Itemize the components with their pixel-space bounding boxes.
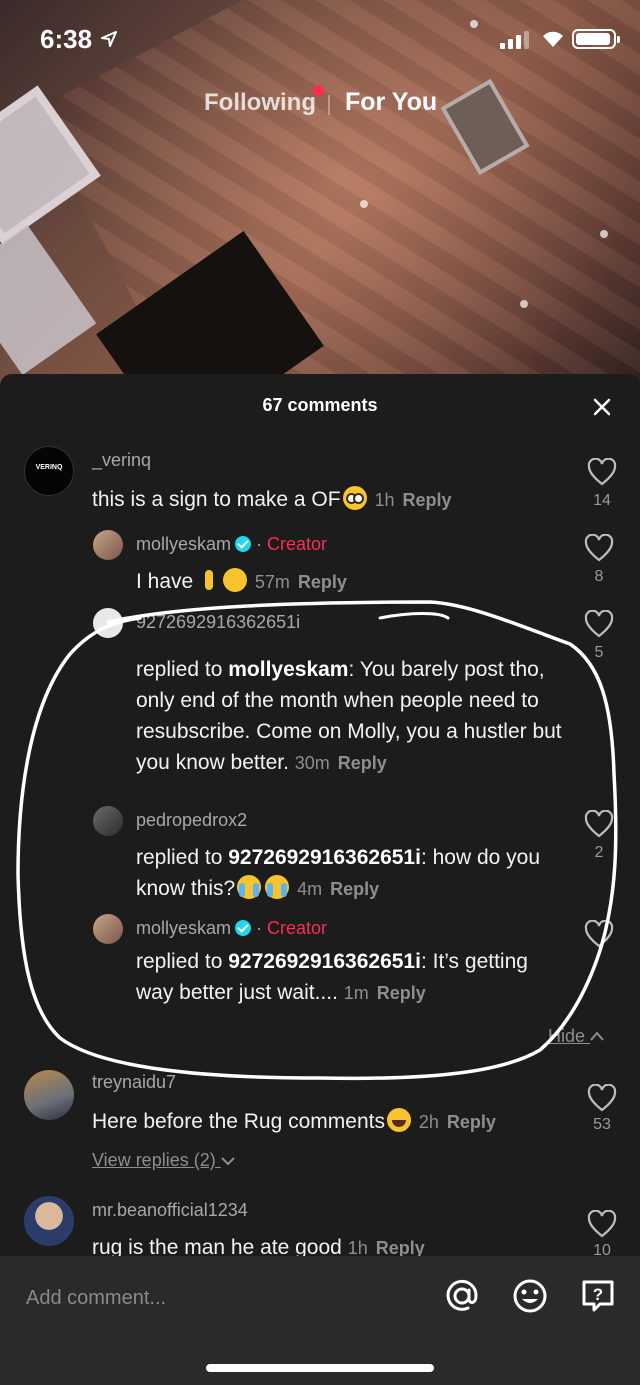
- flushed-emoji-icon: [342, 486, 367, 510]
- comment-time: 1h: [374, 490, 395, 510]
- light-dot: [520, 300, 528, 308]
- username-text[interactable]: mollyeskam: [136, 918, 231, 938]
- light-dot: [360, 200, 368, 208]
- avatar[interactable]: [24, 1196, 74, 1246]
- view-replies-label: View replies (2): [92, 1150, 216, 1170]
- heart-icon[interactable]: [584, 610, 614, 638]
- reply-button[interactable]: Reply: [402, 490, 451, 510]
- home-indicator[interactable]: [206, 1364, 434, 1372]
- reply-to-user[interactable]: 9272692916362651i: [228, 846, 421, 869]
- chevron-up-icon: [590, 1031, 604, 1041]
- avatar[interactable]: [93, 608, 123, 638]
- avatar[interactable]: [93, 806, 123, 836]
- creator-badge: Creator: [267, 534, 328, 554]
- reply-prefix: replied to: [136, 950, 223, 973]
- crying-emoji-icon: [237, 875, 262, 899]
- laughing-emoji-icon: [386, 1108, 411, 1132]
- reply-button[interactable]: Reply: [447, 1112, 496, 1132]
- reply-prefix: replied to: [136, 658, 223, 681]
- reply-username: mollyeskam · Creator: [136, 918, 328, 938]
- like-count: 53: [593, 1116, 611, 1133]
- comment-username[interactable]: _verinq: [92, 450, 151, 471]
- comment-text: this is a sign to make a OF: [92, 488, 341, 511]
- reply-button[interactable]: Reply: [377, 983, 426, 1003]
- avatar[interactable]: [93, 914, 123, 944]
- mention-at-icon[interactable]: [442, 1276, 482, 1316]
- battery-fill: [576, 33, 610, 45]
- reply-text: I have: [136, 570, 194, 593]
- reply-username: mollyeskam · Creator: [136, 534, 328, 554]
- reply-to-user[interactable]: 9272692916362651i: [228, 950, 421, 973]
- avatar[interactable]: [93, 530, 123, 560]
- reply-time: 4m: [297, 879, 323, 899]
- tab-following[interactable]: Following: [204, 89, 316, 117]
- close-icon[interactable]: [590, 395, 614, 419]
- question-icon[interactable]: ?: [578, 1276, 618, 1316]
- reply-body: replied to 9272692916362651i: It’s getti…: [136, 946, 566, 1009]
- reply-username[interactable]: 9272692916362651i: [136, 612, 300, 633]
- wifi-icon: [543, 31, 563, 47]
- reply-time: 30m: [294, 753, 330, 773]
- battery-icon: [572, 29, 620, 49]
- heart-icon[interactable]: [587, 1210, 617, 1238]
- avatar-logo-text: VERINQ: [35, 464, 63, 471]
- svg-text:?: ?: [593, 1285, 603, 1304]
- reply-body: replied to mollyeskam: You barely post t…: [136, 654, 566, 779]
- comment-username[interactable]: mr.beanofficial1234: [92, 1200, 248, 1221]
- heart-icon[interactable]: [584, 534, 614, 562]
- like-count: 2: [594, 844, 604, 861]
- heart-icon[interactable]: [587, 458, 617, 486]
- reply-time: 1m: [343, 983, 369, 1003]
- like-count: 5: [594, 644, 604, 661]
- light-dot: [600, 230, 608, 238]
- chevron-down-icon: [221, 1157, 235, 1166]
- tab-divider: [328, 95, 330, 115]
- reply-body: I have 57m Reply: [136, 566, 566, 598]
- heart-icon[interactable]: [584, 810, 614, 838]
- hide-replies-link[interactable]: Hide: [548, 1026, 604, 1047]
- verified-icon: [235, 536, 252, 552]
- comment-body: this is a sign to make a OF 1h Reply: [92, 484, 562, 516]
- comments-sheet: 67 comments VERINQ _verinq this is a sig…: [0, 374, 640, 1385]
- wall-frame: [0, 225, 97, 375]
- add-comment-input[interactable]: [26, 1278, 416, 1318]
- reply-button[interactable]: Reply: [338, 753, 387, 773]
- notification-dot: [313, 85, 324, 96]
- like-count: 14: [593, 492, 611, 509]
- heart-icon[interactable]: [587, 1084, 617, 1112]
- heart-icon[interactable]: [584, 920, 614, 948]
- like-count: 8: [594, 568, 604, 585]
- crying-emoji-icon: [265, 875, 290, 899]
- reply-username[interactable]: pedropedrox2: [136, 810, 247, 831]
- creator-badge: Creator: [267, 918, 328, 938]
- status-bar: 6:38: [0, 0, 640, 80]
- comment-username[interactable]: treynaidu7: [92, 1072, 176, 1093]
- reply-button[interactable]: Reply: [330, 879, 379, 899]
- top-tabs: Following For You: [0, 85, 640, 125]
- location-icon: [101, 31, 117, 47]
- emoji-picker-icon[interactable]: [510, 1276, 550, 1316]
- comment-time: 1h: [347, 1238, 368, 1258]
- reply-to-user[interactable]: mollyeskam: [228, 658, 348, 681]
- reply-time: 57m: [254, 572, 290, 592]
- reply-button[interactable]: Reply: [376, 1238, 425, 1258]
- reply-prefix: replied to: [136, 846, 223, 869]
- reply-button[interactable]: Reply: [298, 572, 347, 592]
- verified-icon: [235, 920, 252, 936]
- clock: 6:38: [40, 24, 93, 54]
- reply-body: replied to 9272692916362651i: how do you…: [136, 842, 566, 905]
- username-text[interactable]: mollyeskam: [136, 534, 231, 554]
- pointing-up-emoji-icon: [201, 568, 219, 592]
- smirk-emoji-icon: [223, 568, 248, 592]
- comment-time: 2h: [418, 1112, 439, 1132]
- view-replies-link[interactable]: View replies (2): [92, 1150, 235, 1171]
- comment-text: Here before the Rug comments: [92, 1110, 385, 1133]
- comments-count-title: 67 comments: [262, 395, 378, 415]
- tab-for-you[interactable]: For You: [345, 88, 437, 117]
- avatar[interactable]: VERINQ: [24, 446, 74, 496]
- avatar[interactable]: [24, 1070, 74, 1120]
- comment-body: Here before the Rug comments 2h Reply: [92, 1106, 572, 1138]
- hide-label: Hide: [548, 1026, 586, 1046]
